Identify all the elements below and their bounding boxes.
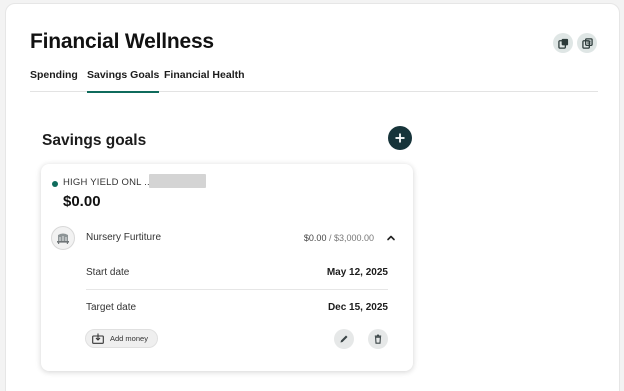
copy-icon	[557, 38, 568, 49]
tab-bar: Spending Savings Goals Financial Health	[30, 68, 598, 93]
target-date-value: Dec 15, 2025	[327, 302, 388, 313]
goal-avatar	[51, 226, 75, 250]
target-date-label: Target date	[86, 302, 137, 313]
trash-icon	[374, 334, 382, 344]
duplicate-button[interactable]	[577, 33, 597, 53]
copy-button[interactable]	[553, 33, 573, 53]
tab-savings-goals[interactable]: Savings Goals	[87, 68, 160, 93]
add-money-label: Add money	[110, 334, 148, 343]
add-goal-button[interactable]	[388, 126, 412, 150]
crib-icon	[57, 233, 69, 244]
duplicate-icon	[581, 37, 593, 49]
savings-goal-card: HIGH YIELD ONL ... $0.00 Nursery Furtitu…	[41, 164, 413, 371]
edit-goal-button[interactable]	[334, 329, 354, 349]
pencil-icon	[340, 335, 348, 343]
add-money-button[interactable]: Add money	[85, 329, 158, 348]
main-panel: Financial Wellness Spending Savings Goal…	[5, 3, 620, 391]
status-dot	[52, 181, 58, 187]
goal-saved-amount: $0.00	[303, 233, 327, 243]
account-balance: $0.00	[63, 193, 101, 210]
chevron-up-icon[interactable]	[385, 232, 397, 244]
goal-target-amount: / $3,000.00	[326, 233, 374, 243]
page-title: Financial Wellness	[30, 30, 214, 53]
start-date-value: May 12, 2025	[326, 267, 388, 278]
section-title: Savings goals	[42, 132, 147, 149]
plus-icon	[395, 133, 405, 143]
account-number-redacted	[149, 174, 206, 188]
delete-goal-button[interactable]	[368, 329, 388, 349]
goal-name: Nursery Furtiture	[86, 232, 162, 243]
goal-progress-amount: $0.00 / $3,000.00	[304, 233, 374, 243]
divider	[86, 289, 388, 290]
deposit-icon	[92, 333, 104, 344]
start-date-label: Start date	[86, 267, 130, 278]
account-name: HIGH YIELD ONL ...	[63, 177, 153, 188]
tab-financial-health[interactable]: Financial Health	[164, 68, 245, 92]
tab-spending[interactable]: Spending	[30, 68, 78, 92]
